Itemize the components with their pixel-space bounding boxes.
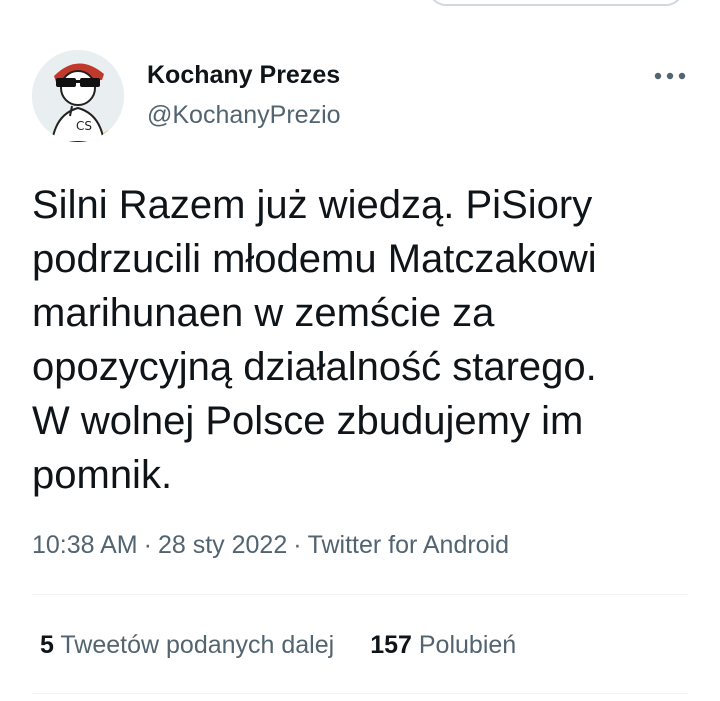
tweet-line: Silni Razem już wiedzą. PiSiory	[32, 183, 593, 227]
display-name[interactable]: Kochany Prezes	[147, 61, 340, 90]
likes-stat[interactable]: 157 Polubień	[370, 631, 516, 660]
tweet-text: Silni Razem już wiedzą. PiSiory podrzuci…	[32, 178, 692, 502]
meta-separator: ·	[143, 531, 152, 559]
top-button-edge[interactable]	[428, 0, 684, 6]
tweet-line: pomnik.	[32, 453, 173, 497]
tweet-date[interactable]: 28 sty 2022	[158, 531, 287, 559]
avatar-shirt-text: CS	[76, 119, 92, 133]
avatar-image: CS	[32, 50, 124, 142]
avatar[interactable]: CS	[32, 50, 124, 142]
tweet-metadata: 10:38 AM · 28 sty 2022 · Twitter for Android	[32, 531, 509, 560]
engagement-stats: 5 Tweetów podanych dalej 157 Polubień	[40, 631, 516, 660]
likes-count: 157	[370, 631, 412, 659]
retweets-stat[interactable]: 5 Tweetów podanych dalej	[40, 631, 334, 660]
retweets-label: Tweetów podanych dalej	[60, 631, 335, 659]
tweet-line: opozycyjną działalność starego.	[32, 345, 597, 389]
meta-separator: ·	[293, 531, 302, 559]
tweet-line: marihunaen w zemście za	[32, 291, 495, 335]
more-options-button[interactable]	[650, 64, 690, 88]
retweets-count: 5	[40, 631, 54, 659]
tweet-time[interactable]: 10:38 AM	[32, 531, 138, 559]
tweet-line: W wolnej Polsce zbudujemy im	[32, 399, 584, 443]
divider-top	[32, 594, 688, 595]
user-handle[interactable]: @KochanyPrezio	[147, 101, 341, 130]
likes-label: Polubień	[418, 631, 517, 659]
divider-bottom	[32, 693, 688, 694]
more-dots-icon	[654, 72, 686, 80]
tweet-line: podrzucili młodemu Matczakowi	[32, 237, 597, 281]
tweet-source[interactable]: Twitter for Android	[308, 531, 509, 559]
